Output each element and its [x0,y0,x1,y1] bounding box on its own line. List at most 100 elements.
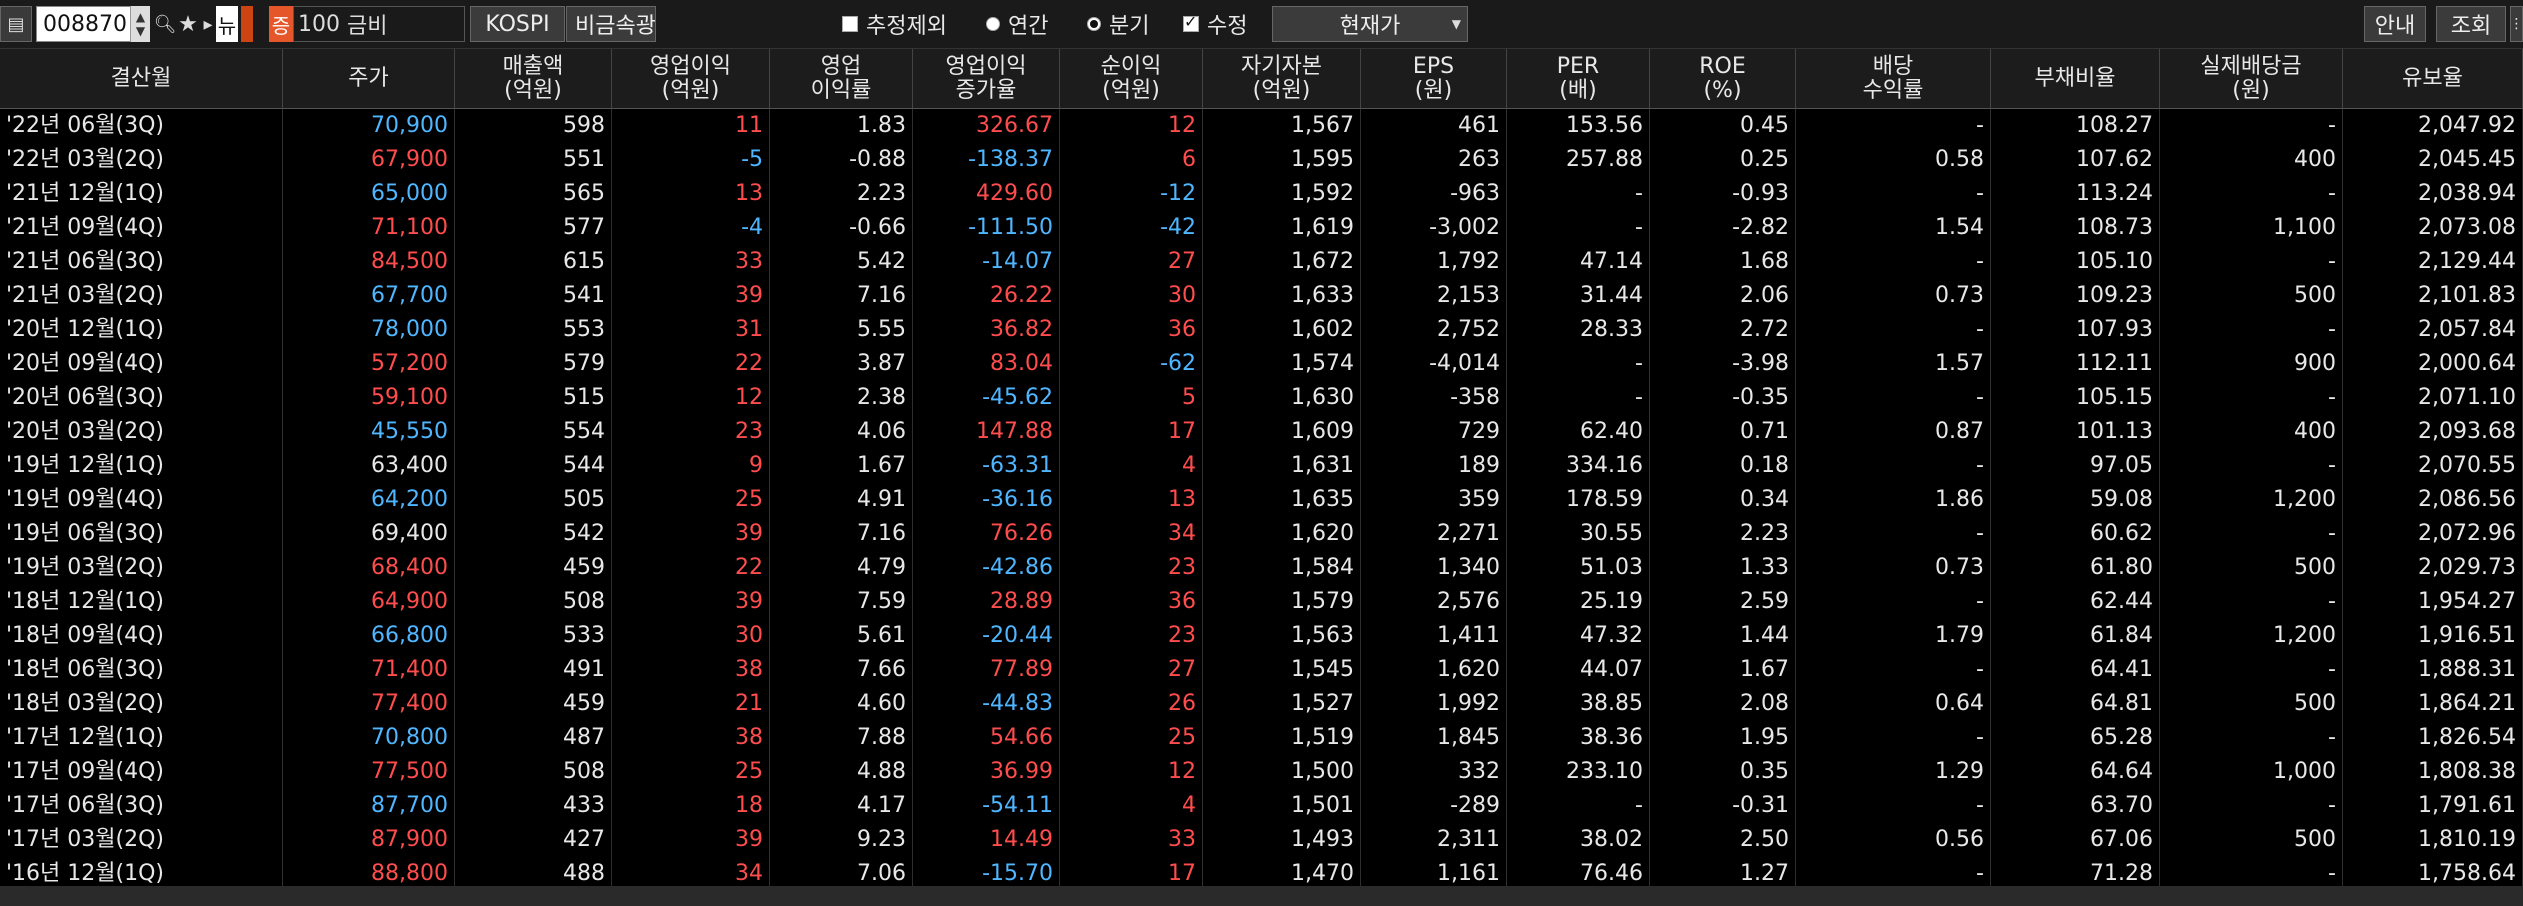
horizontal-scrollbar[interactable] [0,886,2523,906]
guide-button[interactable]: 안내 [2364,6,2426,42]
cell-dividend: - [2160,721,2343,755]
cell-dividend: - [2160,653,2343,687]
search-icon[interactable]: 🔍︎ [153,6,177,42]
favorite-star-icon[interactable]: ★ [176,6,200,42]
col-header-price[interactable]: 주가 [283,49,455,109]
checkbox-box-checked[interactable] [1183,12,1199,32]
cell-settle-month: '18년 09월(4Q) [0,619,283,653]
col-header-dividend[interactable]: 실제배당금 (원) [2160,49,2343,109]
table-row[interactable]: '19년 06월(3Q) 69,400 542 39 7.16 76.26 34 1,620 2… [0,517,2523,551]
cell-eps: 2,271 [1361,517,1507,551]
cell-debt-ratio: 105.10 [1991,245,2160,279]
table-row[interactable]: '21년 09월(4Q) 71,100 577 -4 -0.66 -111.50 -42 1,… [0,211,2523,245]
cell-op-growth: -44.83 [913,687,1060,721]
cell-roe: 1.33 [1650,551,1796,585]
cell-equity: 1,602 [1203,313,1361,347]
cell-op-growth: -138.37 [913,143,1060,177]
col-header-roe[interactable]: ROE (%) [1650,49,1796,109]
table-row[interactable]: '20년 12월(1Q) 78,000 553 31 5.55 36.82 36 1,602 2… [0,313,2523,347]
table-row[interactable]: '21년 06월(3Q) 84,500 615 33 5.42 -14.07 27 1,672… [0,245,2523,279]
cell-settle-month: '20년 06월(3Q) [0,381,283,415]
col-header-reserve-ratio[interactable]: 유보율 [2343,49,2523,109]
cell-reserve-ratio: 2,070.55 [2343,449,2523,483]
market-button[interactable]: KOSPI [470,6,565,42]
cell-equity: 1,567 [1203,109,1361,143]
col-header-per[interactable]: PER (배) [1507,49,1650,109]
col-header-settle-month[interactable]: 결산월 [0,49,283,109]
col-header-line: 유보율 [2402,65,2463,91]
cell-op-margin: 4.60 [770,687,913,721]
col-header-line: 매출액 [502,53,564,79]
col-header-op-margin[interactable]: 영업 이익률 [770,49,913,109]
table-row[interactable]: '19년 09월(4Q) 64,200 505 25 4.91 -36.16 13 1,635… [0,483,2523,517]
cell-roe: 2.06 [1650,279,1796,313]
table-row[interactable]: '19년 12월(1Q) 63,400 544 9 1.67 -63.31 4 1,631 18… [0,449,2523,483]
col-header-op-profit[interactable]: 영업이익 (억원) [612,49,770,109]
col-header-eps[interactable]: EPS (원) [1361,49,1507,109]
table-row[interactable]: '18년 12월(1Q) 64,900 508 39 7.59 28.89 36 1,579 2… [0,585,2523,619]
cell-div-yield: 0.73 [1796,551,1991,585]
cell-op-profit: 25 [612,483,770,517]
col-header-line: 영업이익 [945,53,1027,79]
table-row[interactable]: '20년 06월(3Q) 59,100 515 12 2.38 -45.62 5 1,630-… [0,381,2523,415]
col-header-equity[interactable]: 자기자본 (억원) [1203,49,1361,109]
table-row[interactable]: '18년 06월(3Q) 71,400 491 38 7.66 77.89 27 1,545 1… [0,653,2523,687]
table-row[interactable]: '21년 12월(1Q) 65,000 565 13 2.23 429.60 -12 1,59… [0,177,2523,211]
radio-dot-selected[interactable] [1087,17,1101,31]
cell-dividend: - [2160,313,2343,347]
table-row[interactable]: '19년 03월(2Q) 68,400 459 22 4.79 -42.86 23 1,584… [0,551,2523,585]
sector-button[interactable]: 비금속광물 [566,6,656,42]
quarterly-label: 분기 [1109,14,1150,39]
cell-equity: 1,563 [1203,619,1361,653]
cell-dividend: - [2160,449,2343,483]
price-mode-dropdown[interactable]: 현재가 ▼ [1272,6,1468,42]
table-row[interactable]: '18년 03월(2Q) 77,400 459 21 4.60 -44.83 26 1,527… [0,687,2523,721]
table-row[interactable]: '18년 09월(4Q) 66,800 533 30 5.61 -20.44 23 1,563… [0,619,2523,653]
code-spinner[interactable]: ▲ ▼ [130,6,150,42]
table-row[interactable]: '17년 12월(1Q) 70,800 487 38 7.88 54.66 25 1,519 1… [0,721,2523,755]
cell-sales: 541 [455,279,612,313]
radio-dot[interactable] [986,17,1000,31]
chevron-down-icon[interactable]: ▼ [1452,17,1461,31]
query-button[interactable]: 조회 [2436,6,2506,42]
col-header-net-income[interactable]: 순이익 (억원) [1060,49,1203,109]
table-row[interactable]: '17년 09월(4Q) 77,500 508 25 4.88 36.99 12 1,500 3… [0,755,2523,789]
spin-down-icon[interactable]: ▼ [136,24,145,38]
table-row[interactable]: '21년 03월(2Q) 67,700 541 39 7.16 26.22 30 1,633 2… [0,279,2523,313]
cell-roe: 2.23 [1650,517,1796,551]
col-header-op-growth[interactable]: 영업이익 증가율 [913,49,1060,109]
cell-dividend: - [2160,585,2343,619]
table-row[interactable]: '22년 03월(2Q) 67,900 551 -5 -0.88 -138.37 6 1,59… [0,143,2523,177]
cell-eps: -4,014 [1361,347,1507,381]
col-header-div-yield[interactable]: 배당 수익률 [1796,49,1991,109]
table-row[interactable]: '20년 03월(2Q) 45,550 554 23 4.06 147.88 17 1,609… [0,415,2523,449]
adjusted-checkbox[interactable]: 수정 [1183,8,1283,40]
cell-op-growth: 14.49 [913,823,1060,857]
cell-op-profit: 21 [612,687,770,721]
exclude-estimate-checkbox[interactable]: 추정제외 [842,8,1002,40]
cell-eps: -358 [1361,381,1507,415]
table-row[interactable]: '22년 06월(3Q) 70,900 598 11 1.83 326.67 12 1,567… [0,109,2523,143]
cell-sales: 615 [455,245,612,279]
col-header-line: EPS [1412,53,1455,79]
table-row[interactable]: '17년 03월(2Q) 87,900 427 39 9.23 14.49 33 1,493 2… [0,823,2523,857]
checkbox-box[interactable] [842,16,858,32]
col-header-sales[interactable]: 매출액 (억원) [455,49,612,109]
table-row[interactable]: '17년 06월(3Q) 87,700 433 18 4.17 -54.11 4 1,501-… [0,789,2523,823]
cell-eps: 461 [1361,109,1507,143]
spin-up-icon[interactable]: ▲ [136,10,145,24]
col-header-debt-ratio[interactable]: 부채비율 [1991,49,2160,109]
quarterly-radio[interactable]: 분기 [1087,8,1197,40]
screen-menu-icon[interactable]: ▤ [0,6,32,42]
cell-op-margin: 7.16 [770,279,913,313]
news-button[interactable]: 뉴 [216,6,238,42]
table-row[interactable]: '20년 09월(4Q) 57,200 579 22 3.87 83.04 -62 1,574… [0,347,2523,381]
cell-op-profit: 9 [612,449,770,483]
expand-handle[interactable]: ⋮ [2510,6,2523,42]
arrow-right-icon[interactable]: ▸ [199,6,217,42]
cell-equity: 1,620 [1203,517,1361,551]
annual-radio[interactable]: 연간 [986,8,1096,40]
cell-settle-month: '19년 12월(1Q) [0,449,283,483]
cell-price: 45,550 [283,415,455,449]
cell-dividend: 1,200 [2160,483,2343,517]
